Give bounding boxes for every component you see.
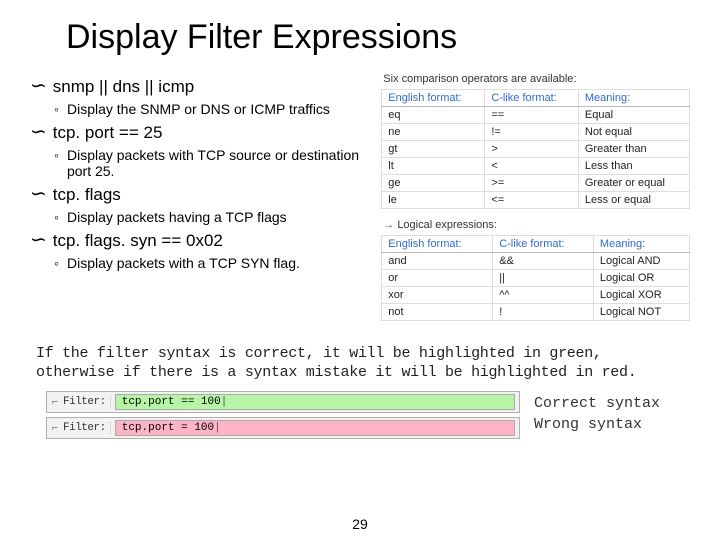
- col-english: English format:: [382, 90, 485, 107]
- bullet-2-sub-text: Display packets with TCP source or desti…: [67, 147, 371, 179]
- page-number: 29: [352, 516, 368, 532]
- col-english: English format:: [382, 236, 493, 253]
- page-title: Display Filter Expressions: [66, 18, 690, 57]
- filter-bar-wrong: ⌐ Filter: tcp.port = 100|: [46, 417, 520, 439]
- legend-correct: Correct syntax: [534, 394, 684, 414]
- bullet-3-text: tcp. flags: [53, 185, 121, 205]
- bullet-4-sub: Display packets with a TCP SYN flag.: [54, 255, 371, 271]
- table-row: xor^^Logical XOR: [382, 287, 690, 304]
- comparison-caption: Six comparison operators are available:: [383, 73, 690, 85]
- filter-bar-correct: ⌐ Filter: tcp.port == 100|: [46, 391, 520, 413]
- bullet-4-sub-text: Display packets with a TCP SYN flag.: [67, 255, 300, 271]
- col-clike: C-like format:: [485, 90, 579, 107]
- subbullet-marker: [54, 209, 59, 225]
- logical-caption-text: Logical expressions:: [397, 219, 497, 231]
- filter-input-wrong[interactable]: tcp.port = 100|: [115, 420, 515, 436]
- table-row: eq==Equal: [382, 107, 690, 124]
- bullet-marker: ∽: [30, 185, 47, 203]
- bullet-4-text: tcp. flags. syn == 0x02: [53, 231, 223, 251]
- bullet-3-sub: Display packets having a TCP flags: [54, 209, 371, 225]
- bullet-1-sub: Display the SNMP or DNS or ICMP traffics: [54, 101, 371, 117]
- hook-icon: ⌐: [49, 393, 61, 411]
- filter-value-bad: tcp.port = 100: [122, 422, 214, 434]
- filter-input-correct[interactable]: tcp.port == 100|: [115, 394, 515, 410]
- filter-value-ok: tcp.port == 100: [122, 396, 221, 408]
- bullet-3-sub-text: Display packets having a TCP flags: [67, 209, 287, 225]
- bullet-4: ∽ tcp. flags. syn == 0x02: [30, 231, 371, 251]
- bullet-marker: ∽: [30, 231, 47, 249]
- subbullet-marker: [54, 147, 59, 163]
- bullet-2: ∽ tcp. port == 25: [30, 123, 371, 143]
- logical-table: English format: C-like format: Meaning: …: [381, 235, 690, 321]
- comparison-table: English format: C-like format: Meaning: …: [381, 89, 690, 209]
- bullet-1-text: snmp || dns || icmp: [53, 77, 194, 97]
- table-row: gt>Greater than: [382, 141, 690, 158]
- table-row: and&&Logical AND: [382, 253, 690, 270]
- bullet-2-text: tcp. port == 25: [53, 123, 163, 143]
- filter-examples: ⌐ Filter: tcp.port == 100| ⌐ Filter: tcp…: [46, 391, 520, 439]
- table-row: le<=Less or equal: [382, 192, 690, 209]
- col-clike: C-like format:: [493, 236, 594, 253]
- bullet-3: ∽ tcp. flags: [30, 185, 371, 205]
- logical-caption: → Logical expressions:: [383, 219, 690, 231]
- col-meaning: Meaning:: [578, 90, 689, 107]
- bullet-marker: ∽: [30, 77, 47, 95]
- legend-wrong: Wrong syntax: [534, 415, 684, 435]
- subbullet-marker: [54, 101, 59, 117]
- right-column: Six comparison operators are available: …: [381, 71, 690, 331]
- bullet-1-sub-text: Display the SNMP or DNS or ICMP traffics: [67, 101, 330, 117]
- bullet-1: ∽ snmp || dns || icmp: [30, 77, 371, 97]
- filter-label: Filter:: [63, 396, 111, 408]
- table-row: not!Logical NOT: [382, 304, 690, 321]
- table-row: ne!=Not equal: [382, 124, 690, 141]
- filter-label: Filter:: [63, 422, 111, 434]
- hook-icon: ⌐: [49, 419, 61, 437]
- col-meaning: Meaning:: [593, 236, 689, 253]
- table-row: or||Logical OR: [382, 270, 690, 287]
- legend: Correct syntax Wrong syntax: [534, 391, 684, 439]
- table-row: ge>=Greater or equal: [382, 175, 690, 192]
- footnote: If the filter syntax is correct, it will…: [30, 345, 690, 383]
- left-column: ∽ snmp || dns || icmp Display the SNMP o…: [30, 71, 371, 331]
- table-row: lt<Less than: [382, 158, 690, 175]
- bullet-marker: ∽: [30, 123, 47, 141]
- arrow-icon: →: [383, 219, 394, 231]
- subbullet-marker: [54, 255, 59, 271]
- bullet-2-sub: Display packets with TCP source or desti…: [54, 147, 371, 179]
